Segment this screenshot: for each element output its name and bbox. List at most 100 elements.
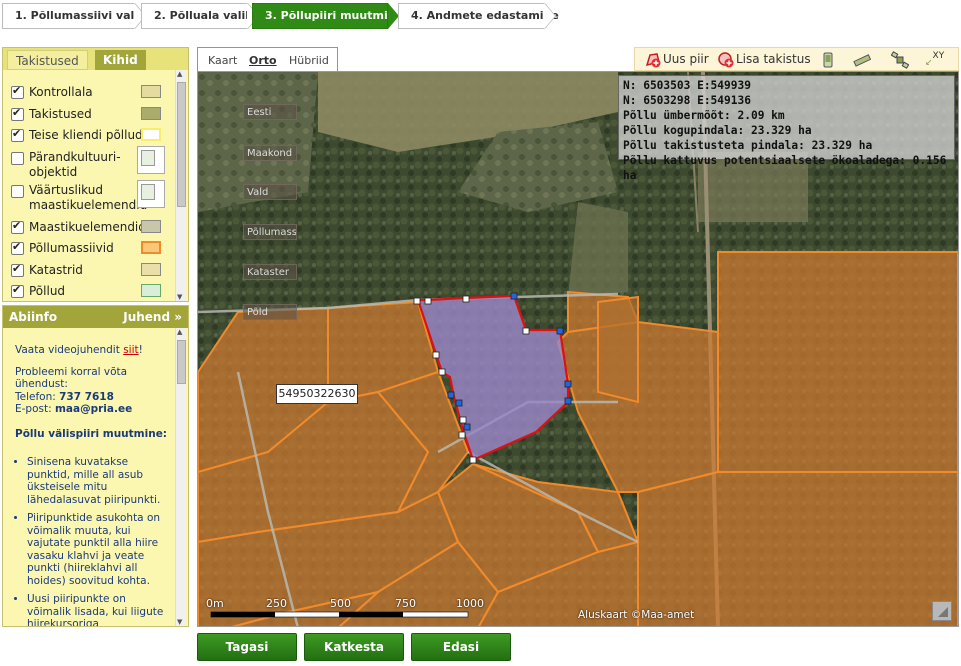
layer-label-takistused: Takistused: [29, 107, 92, 121]
step-1[interactable]: 1. Põllumassiivi valik: [2, 3, 145, 29]
scale-label: 750: [395, 597, 416, 610]
layer-swatch-takistused: [141, 107, 161, 120]
step-4[interactable]: 4. Andmete edastamine: [398, 3, 559, 29]
overlay-label-maakond[interactable]: Maakond: [243, 145, 297, 161]
satellite-icon[interactable]: [891, 51, 909, 69]
layer-checkbox-maastikuelemendid[interactable]: [11, 219, 24, 234]
step-4-arrow-inner: [544, 3, 555, 29]
next-button[interactable]: Edasi: [411, 633, 511, 661]
coordinate-1: N: 6503503 E:549939: [623, 79, 751, 92]
step-wizard: 1. Põllumassiivi valik 2. Põlluala valik…: [0, 3, 961, 29]
layer-label-katastrid: Katastrid: [29, 263, 83, 277]
overlay-label-eesti[interactable]: Eesti: [243, 104, 297, 120]
tab-layers-label: Kihid: [103, 53, 138, 67]
field-area-without-obstacles: Põllu takistusteta pindala: 23.329 ha: [623, 139, 873, 152]
field-perimeter: Põllu ümbermõõt: 2.09 km: [623, 109, 785, 122]
step-4-label: 4. Andmete edastamine: [411, 9, 559, 22]
layer-swatch-kontrollala: [141, 85, 161, 98]
video-suffix: !: [138, 344, 143, 356]
layer-checkbox-vaartuslikud[interactable]: [11, 185, 24, 198]
video-link[interactable]: siit: [123, 344, 138, 356]
help-body: Vaata videojuhendit siit! Probleemi korr…: [15, 344, 168, 626]
guide-link[interactable]: Juhend »: [123, 306, 182, 328]
layer-list: Kontrollala Takistused Teise kliendi põl…: [3, 70, 175, 302]
overlay-label-pold[interactable]: Põld: [243, 304, 297, 320]
overlay-label-vald[interactable]: Vald: [243, 184, 297, 200]
back-button[interactable]: Tagasi: [197, 633, 297, 661]
section-title: Põllu välispiiri muutmine:: [15, 427, 168, 440]
tab-hybrid[interactable]: Hübriid: [289, 54, 329, 67]
help-scrollbar-thumb[interactable]: [177, 340, 186, 384]
layer-checkbox-parandkultuuri[interactable]: [11, 152, 24, 165]
step-3[interactable]: 3. Põllupiiri muutmine: [252, 3, 403, 29]
map-type-tabs: Kaart Orto Hübriid: [197, 47, 338, 71]
phone-label: Telefon:: [15, 390, 60, 403]
scale-label: 250: [266, 597, 287, 610]
layer-swatch-maastikuelemendid: [141, 220, 161, 233]
new-border-icon[interactable]: [644, 51, 662, 69]
layer-scrollbar-thumb[interactable]: [177, 82, 186, 207]
tab-layers[interactable]: Kihid: [95, 50, 146, 70]
layer-checkbox-katastrid[interactable]: [11, 262, 24, 277]
step-2-label: 2. Põlluala valik: [154, 9, 253, 22]
map-toolbar: Uus piir Lisa takistus ↙XY: [634, 47, 959, 71]
add-obstacle-icon[interactable]: [717, 51, 735, 69]
help-bullet: Uusi piiripunkte on võimalik lisada, kui…: [27, 593, 167, 626]
cancel-button[interactable]: Katkesta: [304, 633, 404, 661]
field-info-box: N: 6503503 E:549939 N: 6503298 E:549136 …: [618, 75, 955, 182]
layer-panel: Takistused Kihid Kontrollala Takistused …: [2, 47, 189, 302]
email-label: E-post:: [15, 403, 55, 415]
layer-scrollbar[interactable]: ▲ ▼: [175, 70, 186, 301]
help-header: Abiinfo Juhend »: [3, 306, 188, 328]
step-3-label: 3. Põllupiiri muutmine: [265, 9, 403, 22]
step-2[interactable]: 2. Põlluala valik: [141, 3, 253, 29]
layer-checkbox-takistused[interactable]: [11, 106, 24, 121]
layer-label-parandkultuuri: Pärandkultuuri- objektid: [29, 150, 121, 179]
help-scrollbar[interactable]: ▲ ▼: [175, 328, 186, 626]
tab-map[interactable]: Kaart: [208, 54, 237, 67]
layer-label-teise-kliendi: Teise kliendi põllud: [29, 128, 143, 142]
video-text: Vaata videojuhendit: [15, 344, 124, 356]
scroll-up-icon[interactable]: ▲: [177, 328, 182, 336]
overlay-label-pollumassiiv[interactable]: Põllumassiiv: [243, 224, 297, 240]
layer-checkbox-pollumassiivid[interactable]: [11, 240, 24, 255]
help-title: Abiinfo: [9, 310, 58, 324]
clearing: [568, 202, 628, 297]
layer-swatch-pollumassiivid: [141, 241, 161, 254]
phone-gps-icon[interactable]: [819, 51, 837, 69]
layer-label-kontrollala: Kontrollala: [29, 85, 93, 99]
tab-ortho[interactable]: Orto: [249, 54, 277, 67]
contact-text: Probleemi korral võta ühendust:: [15, 365, 128, 391]
layer-checkbox-pollud[interactable]: [11, 283, 24, 298]
layer-checkbox-kontrollala[interactable]: [11, 84, 24, 99]
layer-checkbox-teise-kliendi[interactable]: [11, 127, 24, 142]
layer-tabs: Takistused Kihid: [3, 48, 188, 70]
scale-bar: 0m 250 500 750 1000: [206, 597, 484, 619]
layer-label-pollumassiivid: Põllumassiivid: [29, 241, 114, 255]
map-resize-icon[interactable]: [932, 601, 952, 621]
scroll-down-icon[interactable]: ▼: [177, 618, 182, 626]
parcel-id-label: 54950322630: [276, 384, 358, 404]
field-eco-overlap: Põllu kattuvus potentsiaalsete ökoaladeg…: [623, 154, 947, 182]
layer-swatch-teise-kliendi: [141, 128, 161, 141]
ruler-icon[interactable]: [853, 51, 871, 69]
coordinate-2: N: 6503298 E:549136: [623, 94, 751, 107]
email-address[interactable]: maa@pria.ee: [55, 403, 132, 415]
tab-obstacles-label: Takistused: [16, 54, 79, 68]
help-panel: Abiinfo Juhend » Vaata videojuhendit sii…: [2, 305, 189, 627]
field-total-area: Põllu kogupindala: 23.329 ha: [623, 124, 812, 137]
help-bullet: Sinisena kuvatakse punktid, mille all as…: [27, 456, 167, 506]
scroll-down-icon[interactable]: ▼: [177, 293, 182, 301]
overlay-label-kataster[interactable]: Kataster: [243, 264, 297, 280]
xy-coordinate-icon[interactable]: ↙XY: [925, 51, 944, 68]
scale-label: 1000: [456, 597, 484, 610]
add-obstacle-button[interactable]: Lisa takistus: [736, 52, 811, 66]
scale-label: 500: [330, 597, 351, 610]
scroll-up-icon[interactable]: ▲: [177, 70, 182, 78]
new-border-button[interactable]: Uus piir: [663, 52, 709, 66]
phone-number: 737 7618: [59, 390, 114, 403]
map-attribution: Aluskaart ©Maa-amet: [578, 609, 695, 621]
layer-swatch-katastrid: [141, 263, 161, 276]
tab-obstacles[interactable]: Takistused: [7, 50, 88, 70]
xy-label: XY: [932, 51, 945, 61]
